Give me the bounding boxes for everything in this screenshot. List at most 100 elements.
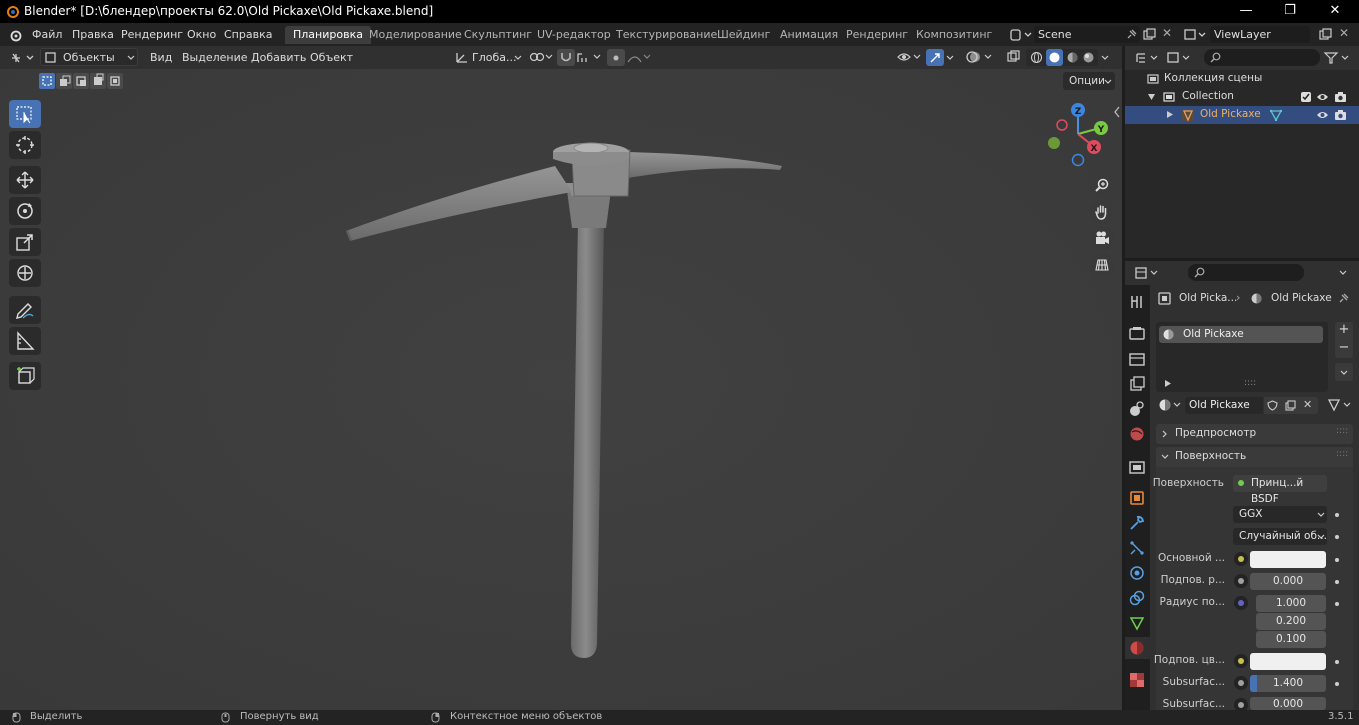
delete-scene-icon[interactable]: ✕ [1162, 26, 1172, 40]
link-data-icon[interactable] [1327, 398, 1355, 412]
subsurface-radius-z-field[interactable]: 0.100 [1256, 631, 1326, 648]
menu-edit[interactable]: Правка [72, 28, 114, 41]
view-layer-icon[interactable] [1184, 28, 1206, 42]
transform-tool[interactable] [9, 259, 41, 287]
subsurface-field[interactable]: 0.000 [1250, 573, 1326, 590]
mode-dropdown[interactable]: Объекты [40, 48, 138, 66]
wireframe-shading-icon[interactable] [1030, 51, 1043, 64]
ortho-toggle-button[interactable] [1090, 253, 1114, 277]
measure-tool[interactable] [9, 327, 41, 355]
new-view-layer-icon[interactable] [1319, 28, 1333, 41]
keyframe-dot-icon[interactable] [1335, 513, 1339, 517]
eye-icon[interactable] [1316, 91, 1329, 103]
particles-tab-icon[interactable] [1128, 539, 1146, 557]
delete-view-layer-icon[interactable]: ✕ [1339, 26, 1349, 40]
socket-icon[interactable] [1234, 574, 1248, 588]
subsurface-radius-x-field[interactable]: 1.000 [1256, 595, 1326, 612]
3d-viewport[interactable] [0, 46, 1122, 710]
scene-selector[interactable]: Scene [1034, 26, 1140, 43]
drag-handle-icon[interactable]: :::: [1336, 426, 1348, 436]
scene-tab-icon[interactable] [1128, 400, 1146, 418]
tab-shading[interactable]: Шейдинг [709, 26, 778, 44]
menu-object[interactable]: Объект [310, 51, 353, 64]
tool-tab-icon[interactable] [1128, 293, 1146, 311]
subsurface-method-dropdown[interactable]: Случайный об... [1233, 528, 1327, 545]
keyframe-dot-icon[interactable] [1335, 580, 1339, 584]
socket-icon[interactable] [1234, 676, 1248, 690]
duplicate-icon[interactable] [1285, 400, 1296, 411]
outliner-collection[interactable]: Collection [1125, 88, 1359, 106]
material-slot-item[interactable]: Old Pickaxe [1159, 326, 1323, 343]
exclude-checkbox-icon[interactable] [1300, 91, 1312, 103]
pin-icon[interactable] [1338, 293, 1349, 304]
rotate-tool[interactable] [9, 197, 41, 225]
overlays-icon[interactable] [966, 50, 994, 64]
scale-tool[interactable] [9, 228, 41, 256]
camera-render-icon[interactable] [1334, 91, 1347, 103]
gizmo-toggle[interactable] [926, 49, 944, 66]
display-mode-icon[interactable] [1167, 51, 1193, 65]
filter-icon[interactable] [1323, 51, 1353, 65]
tab-rendering[interactable]: Рендеринг [838, 26, 916, 44]
navigation-gizmo[interactable]: Z Y X [1042, 100, 1116, 172]
render-tab-icon[interactable] [1128, 324, 1146, 342]
pivot-point-icon[interactable] [529, 51, 555, 64]
options-dropdown[interactable]: Опции [1063, 72, 1115, 90]
camera-render-icon[interactable] [1334, 109, 1347, 121]
blender-menu-icon[interactable] [8, 28, 22, 42]
material-tab-icon[interactable] [1128, 639, 1146, 657]
subsurface-ior-slider[interactable]: 1.400 [1250, 675, 1326, 692]
outliner-scene-collection[interactable]: Коллекция сцены [1125, 70, 1359, 88]
browse-material-icon[interactable] [1158, 398, 1184, 412]
base-color-swatch[interactable] [1250, 551, 1326, 568]
material-shading-icon[interactable] [1066, 51, 1079, 64]
move-tool[interactable] [9, 166, 41, 194]
subsurface-color-swatch[interactable] [1250, 653, 1326, 670]
menu-render[interactable]: Рендеринг [121, 28, 183, 41]
surface-shader-field[interactable]: Принц...й BSDF [1233, 475, 1327, 505]
keyframe-dot-icon[interactable] [1335, 535, 1339, 539]
xray-icon[interactable] [1007, 50, 1021, 64]
physics-tab-icon[interactable] [1128, 564, 1146, 582]
scene-icon[interactable] [1010, 28, 1032, 42]
texture-tab-icon[interactable] [1128, 671, 1146, 689]
data-tab-icon[interactable] [1128, 614, 1146, 632]
minimize-button[interactable]: — [1223, 0, 1269, 23]
tab-sculpting[interactable]: Скульптинг [456, 26, 540, 44]
chevron-down-icon[interactable] [1101, 55, 1109, 60]
snap-target-icon[interactable] [577, 51, 603, 64]
outliner-object-row[interactable]: Old Pickaxe [1125, 106, 1359, 124]
expand-arrow-icon[interactable] [1148, 94, 1155, 100]
tab-compositing[interactable]: Композитинг [908, 26, 1000, 44]
snap-toggle[interactable] [557, 49, 575, 66]
view-layer-selector[interactable]: ViewLayer [1210, 26, 1310, 43]
socket-icon[interactable] [1234, 654, 1248, 668]
solid-shading-button[interactable] [1046, 49, 1063, 66]
cursor-tool[interactable] [9, 131, 41, 159]
keyframe-dot-icon[interactable] [1335, 660, 1339, 664]
world-tab-icon[interactable] [1128, 425, 1146, 443]
keyframe-dot-icon[interactable] [1335, 682, 1339, 686]
pan-button[interactable] [1090, 200, 1114, 224]
output-tab-icon[interactable] [1128, 350, 1146, 368]
zoom-button[interactable] [1090, 173, 1114, 197]
distribution-dropdown[interactable]: GGX [1233, 506, 1327, 523]
expand-arrow-icon[interactable] [1167, 111, 1173, 118]
subsurface-anisotropy-field[interactable]: 0.000 [1250, 697, 1326, 710]
object-tab-icon[interactable] [1128, 489, 1146, 507]
drag-handle-icon[interactable]: :::: [1336, 449, 1348, 459]
unlink-icon[interactable]: ✕ [1303, 398, 1312, 411]
rendered-shading-icon[interactable] [1082, 51, 1095, 64]
slot-menu-button[interactable] [1335, 363, 1353, 381]
expand-arrow-icon[interactable] [1165, 380, 1171, 387]
keyframe-dot-icon[interactable] [1335, 558, 1339, 562]
preview-panel-header[interactable]: Предпросмотр :::: [1156, 424, 1353, 444]
chevron-down-icon[interactable] [1339, 270, 1347, 275]
modifier-tab-icon[interactable] [1128, 514, 1146, 532]
outliner-editor-icon[interactable] [1135, 51, 1161, 65]
camera-view-button[interactable] [1090, 226, 1114, 250]
select-mode-icons[interactable] [38, 72, 124, 90]
fake-user-shield-icon[interactable] [1267, 400, 1278, 411]
menu-help[interactable]: Справка [224, 28, 272, 41]
tab-layout[interactable]: Планировка [285, 26, 371, 44]
